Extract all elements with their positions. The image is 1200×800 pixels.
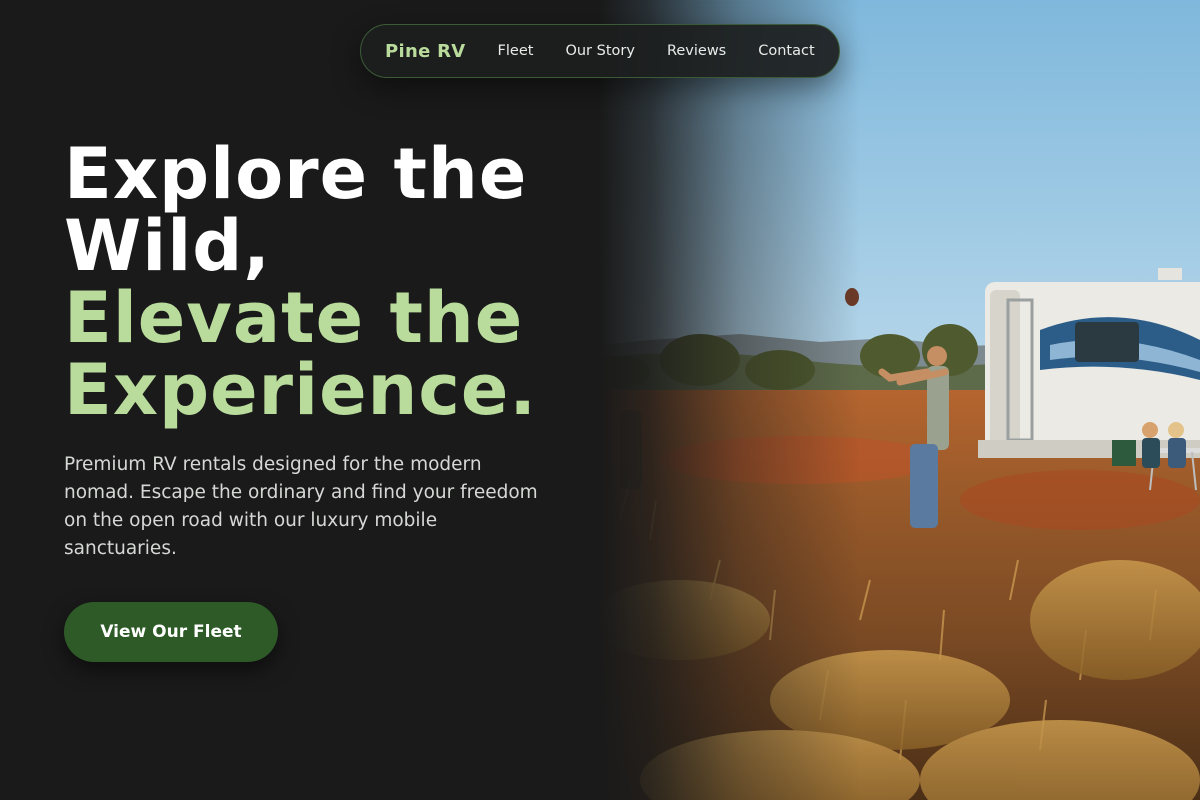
headline-accent: Elevate the Experience. [64, 277, 537, 431]
hero-headline: Explore the Wild, Elevate the Experience… [64, 138, 624, 426]
hero-image [560, 0, 1200, 800]
hero-description: Premium RV rentals designed for the mode… [64, 454, 538, 559]
headline-primary: Explore the Wild, [64, 133, 528, 287]
brand-logo[interactable]: Pine RV [385, 41, 466, 62]
view-fleet-button[interactable]: View Our Fleet [64, 602, 278, 662]
nav-link-contact[interactable]: Contact [758, 43, 814, 59]
hero-image-fade [560, 0, 1200, 800]
nav-link-reviews[interactable]: Reviews [667, 43, 726, 59]
nav-link-fleet[interactable]: Fleet [498, 43, 534, 59]
nav-link-our-story[interactable]: Our Story [565, 43, 634, 59]
top-navigation: Pine RV Fleet Our Story Reviews Contact [360, 24, 840, 78]
